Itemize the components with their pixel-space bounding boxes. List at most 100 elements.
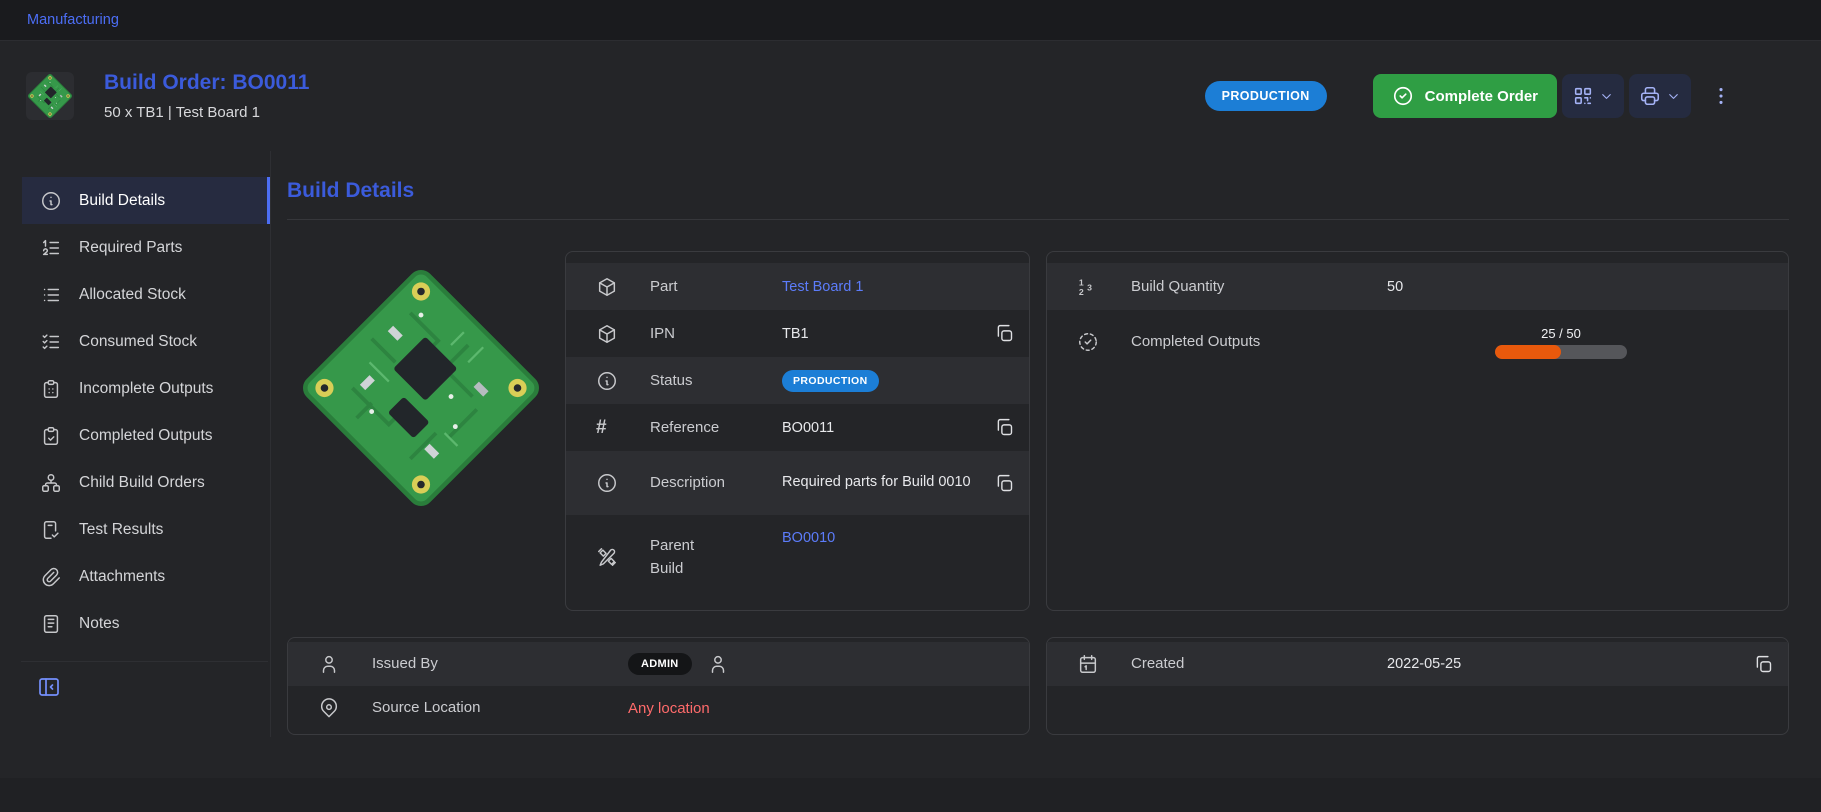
sidebar-item-allocated-stock[interactable]: Allocated Stock xyxy=(22,271,270,318)
sidebar-item-build-details[interactable]: Build Details xyxy=(22,177,270,224)
progress-check-icon xyxy=(1077,331,1131,353)
detail-label: Source Location xyxy=(372,696,628,719)
sidebar-item-completed-outputs[interactable]: Completed Outputs xyxy=(22,412,270,459)
chevron-down-icon xyxy=(1666,89,1681,104)
table-row: IPN TB1 xyxy=(566,310,1029,357)
notes-icon xyxy=(40,613,62,635)
copy-button[interactable] xyxy=(994,417,1015,438)
sidebar-item-label: Attachments xyxy=(79,568,165,586)
table-row: Description Required parts for Build 001… xyxy=(566,451,1029,515)
qrcode-icon xyxy=(1572,85,1594,107)
table-row: Issued By ADMIN xyxy=(288,642,1029,686)
parent-build-link[interactable]: BO0010 xyxy=(782,530,835,546)
complete-order-label: Complete Order xyxy=(1425,88,1538,105)
copy-button[interactable] xyxy=(994,473,1015,494)
breadcrumb-manufacturing[interactable]: Manufacturing xyxy=(27,12,119,28)
svg-text:2: 2 xyxy=(1079,286,1084,296)
main-panel: Build Details Part xyxy=(271,151,1821,737)
header-actions: PRODUCTION Complete Order xyxy=(1205,74,1736,118)
copy-icon xyxy=(994,473,1015,494)
collapse-sidebar-button[interactable] xyxy=(37,675,63,699)
numbers-123-icon: 123 xyxy=(1077,276,1131,298)
status-badge: PRODUCTION xyxy=(1205,81,1327,111)
sidebar-item-label: Incomplete Outputs xyxy=(79,380,213,398)
sidebar-item-label: Test Results xyxy=(79,521,163,539)
detail-label: Description xyxy=(650,471,782,494)
clipboard-list-icon xyxy=(40,378,62,400)
circle-check-icon xyxy=(1392,85,1414,107)
info-circle-icon xyxy=(596,472,650,494)
sidebar-item-label: Required Parts xyxy=(79,239,182,257)
table-row: Status PRODUCTION xyxy=(566,357,1029,404)
section-heading: Build Details xyxy=(287,179,1789,203)
table-row: Completed Outputs 25 / 50 xyxy=(1047,310,1788,374)
sidebar-item-label: Consumed Stock xyxy=(79,333,197,351)
completed-outputs-progress: 25 / 50 xyxy=(1495,326,1627,359)
dots-vertical-icon xyxy=(1710,85,1732,107)
complete-order-button[interactable]: Complete Order xyxy=(1373,74,1557,118)
copy-button[interactable] xyxy=(1753,654,1774,675)
user-icon xyxy=(707,653,729,675)
sidebar-item-test-results[interactable]: Test Results xyxy=(22,506,270,553)
progress-label: 25 / 50 xyxy=(1541,326,1581,341)
issue-panel: Issued By ADMIN Source Location xyxy=(287,637,1030,735)
sidebar-item-label: Notes xyxy=(79,615,120,633)
detail-label: Part xyxy=(650,275,782,298)
part-image[interactable] xyxy=(287,251,555,611)
list-icon xyxy=(40,284,62,306)
sidebar-item-notes[interactable]: Notes xyxy=(22,600,270,647)
detail-label: Parent Build xyxy=(650,534,782,581)
table-row: # Reference BO0011 xyxy=(566,404,1029,451)
detail-label: Completed Outputs xyxy=(1131,330,1387,353)
copy-button[interactable] xyxy=(994,323,1015,344)
completed-outputs-progress-fill xyxy=(1495,345,1561,359)
build-details-section: Part Test Board 1 IPN TB1 xyxy=(287,251,1030,611)
detail-label: Build Quantity xyxy=(1131,275,1387,298)
description-value: Required parts for Build 0010 xyxy=(782,464,971,502)
detail-label: Status xyxy=(650,369,782,392)
copy-icon xyxy=(994,323,1015,344)
detail-label: Created xyxy=(1131,652,1387,675)
sidebar-item-incomplete-outputs[interactable]: Incomplete Outputs xyxy=(22,365,270,412)
user-icon xyxy=(318,653,372,675)
barcode-actions-button[interactable] xyxy=(1562,74,1624,118)
table-row: Created 2022-05-25 xyxy=(1047,642,1788,686)
test-report-icon xyxy=(40,519,62,541)
sidebar-item-label: Build Details xyxy=(79,192,165,210)
print-actions-button[interactable] xyxy=(1629,74,1691,118)
table-row: Source Location Any location xyxy=(288,686,1029,730)
quantity-panel: 123 Build Quantity 50 Completed Outputs xyxy=(1046,251,1789,611)
map-pin-icon xyxy=(318,697,372,719)
detail-label: Issued By xyxy=(372,652,628,675)
status-badge-small: PRODUCTION xyxy=(782,370,879,392)
sidebar-item-child-build-orders[interactable]: Child Build Orders xyxy=(22,459,270,506)
sidebar: Build Details Required Parts Allocated S… xyxy=(0,151,271,737)
sidebar-item-required-parts[interactable]: Required Parts xyxy=(22,224,270,271)
sidebar-divider xyxy=(21,661,268,662)
part-thumbnail[interactable] xyxy=(26,72,74,120)
more-actions-button[interactable] xyxy=(1706,81,1736,111)
page-title: Build Order: BO0011 xyxy=(104,71,309,95)
box-icon xyxy=(596,323,650,345)
page-header: Build Order: BO0011 50 x TB1 | Test Boar… xyxy=(0,41,1821,151)
copy-icon xyxy=(994,417,1015,438)
table-row: Parent Build BO0010 xyxy=(566,515,1029,599)
table-row: Part Test Board 1 xyxy=(566,263,1029,310)
info-circle-icon xyxy=(596,370,650,392)
build-quantity-value: 50 xyxy=(1387,279,1403,295)
list-check-icon xyxy=(40,331,62,353)
list-numbers-icon xyxy=(40,237,62,259)
detail-label: Reference xyxy=(650,416,782,439)
title-block: Build Order: BO0011 50 x TB1 | Test Boar… xyxy=(104,71,309,121)
ipn-value: TB1 xyxy=(782,326,809,342)
tools-icon xyxy=(596,546,650,568)
sidebar-item-label: Completed Outputs xyxy=(79,427,213,445)
svg-text:3: 3 xyxy=(1087,282,1092,292)
source-location-value: Any location xyxy=(628,700,710,717)
sidebar-item-consumed-stock[interactable]: Consumed Stock xyxy=(22,318,270,365)
clipboard-check-icon xyxy=(40,425,62,447)
part-link[interactable]: Test Board 1 xyxy=(782,279,863,295)
chevron-down-icon xyxy=(1599,89,1614,104)
sidebar-item-attachments[interactable]: Attachments xyxy=(22,553,270,600)
progress-track xyxy=(1495,345,1627,359)
